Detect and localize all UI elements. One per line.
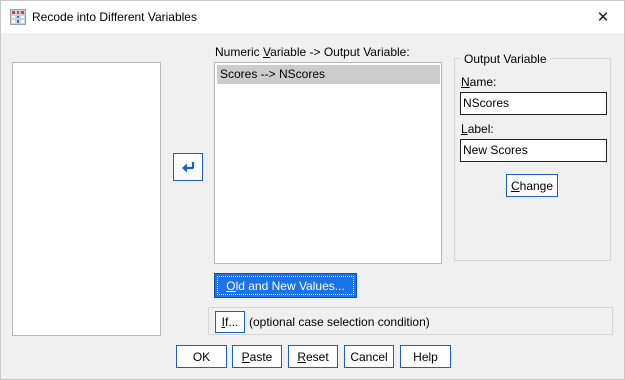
label-label: Label: xyxy=(461,122,494,136)
if-condition-description: (optional case selection condition) xyxy=(249,315,430,329)
name-field[interactable]: NScores xyxy=(460,92,607,115)
numeric-output-variable-list[interactable]: Scores --> NScores xyxy=(214,62,442,264)
name-label: Name: xyxy=(461,75,497,89)
ok-button[interactable]: OK xyxy=(176,345,227,368)
close-icon[interactable]: ✕ xyxy=(588,1,618,33)
recode-dialog: Recode into Different Variables ✕ Numeri… xyxy=(0,0,625,380)
if-button[interactable]: If... xyxy=(215,311,245,333)
list-item[interactable]: Scores --> NScores xyxy=(217,65,440,84)
output-variable-group-title: Output Variable xyxy=(461,52,550,66)
source-variable-list[interactable] xyxy=(12,62,161,336)
move-arrow-icon xyxy=(182,162,195,173)
variable-list-label: Numeric Variable -> Output Variable: xyxy=(215,45,410,59)
window-title: Recode into Different Variables xyxy=(32,10,197,24)
help-button[interactable]: Help xyxy=(400,345,451,368)
paste-button[interactable]: Paste xyxy=(232,345,282,368)
cancel-button[interactable]: Cancel xyxy=(344,345,394,368)
app-icon xyxy=(10,9,26,25)
move-variable-button[interactable] xyxy=(173,153,203,181)
label-field[interactable]: New Scores xyxy=(460,139,607,162)
reset-button[interactable]: Reset xyxy=(288,345,338,368)
change-button[interactable]: Change xyxy=(506,174,558,197)
title-bar: Recode into Different Variables ✕ xyxy=(1,1,624,33)
old-and-new-values-button[interactable]: Old and New Values... xyxy=(214,273,357,298)
